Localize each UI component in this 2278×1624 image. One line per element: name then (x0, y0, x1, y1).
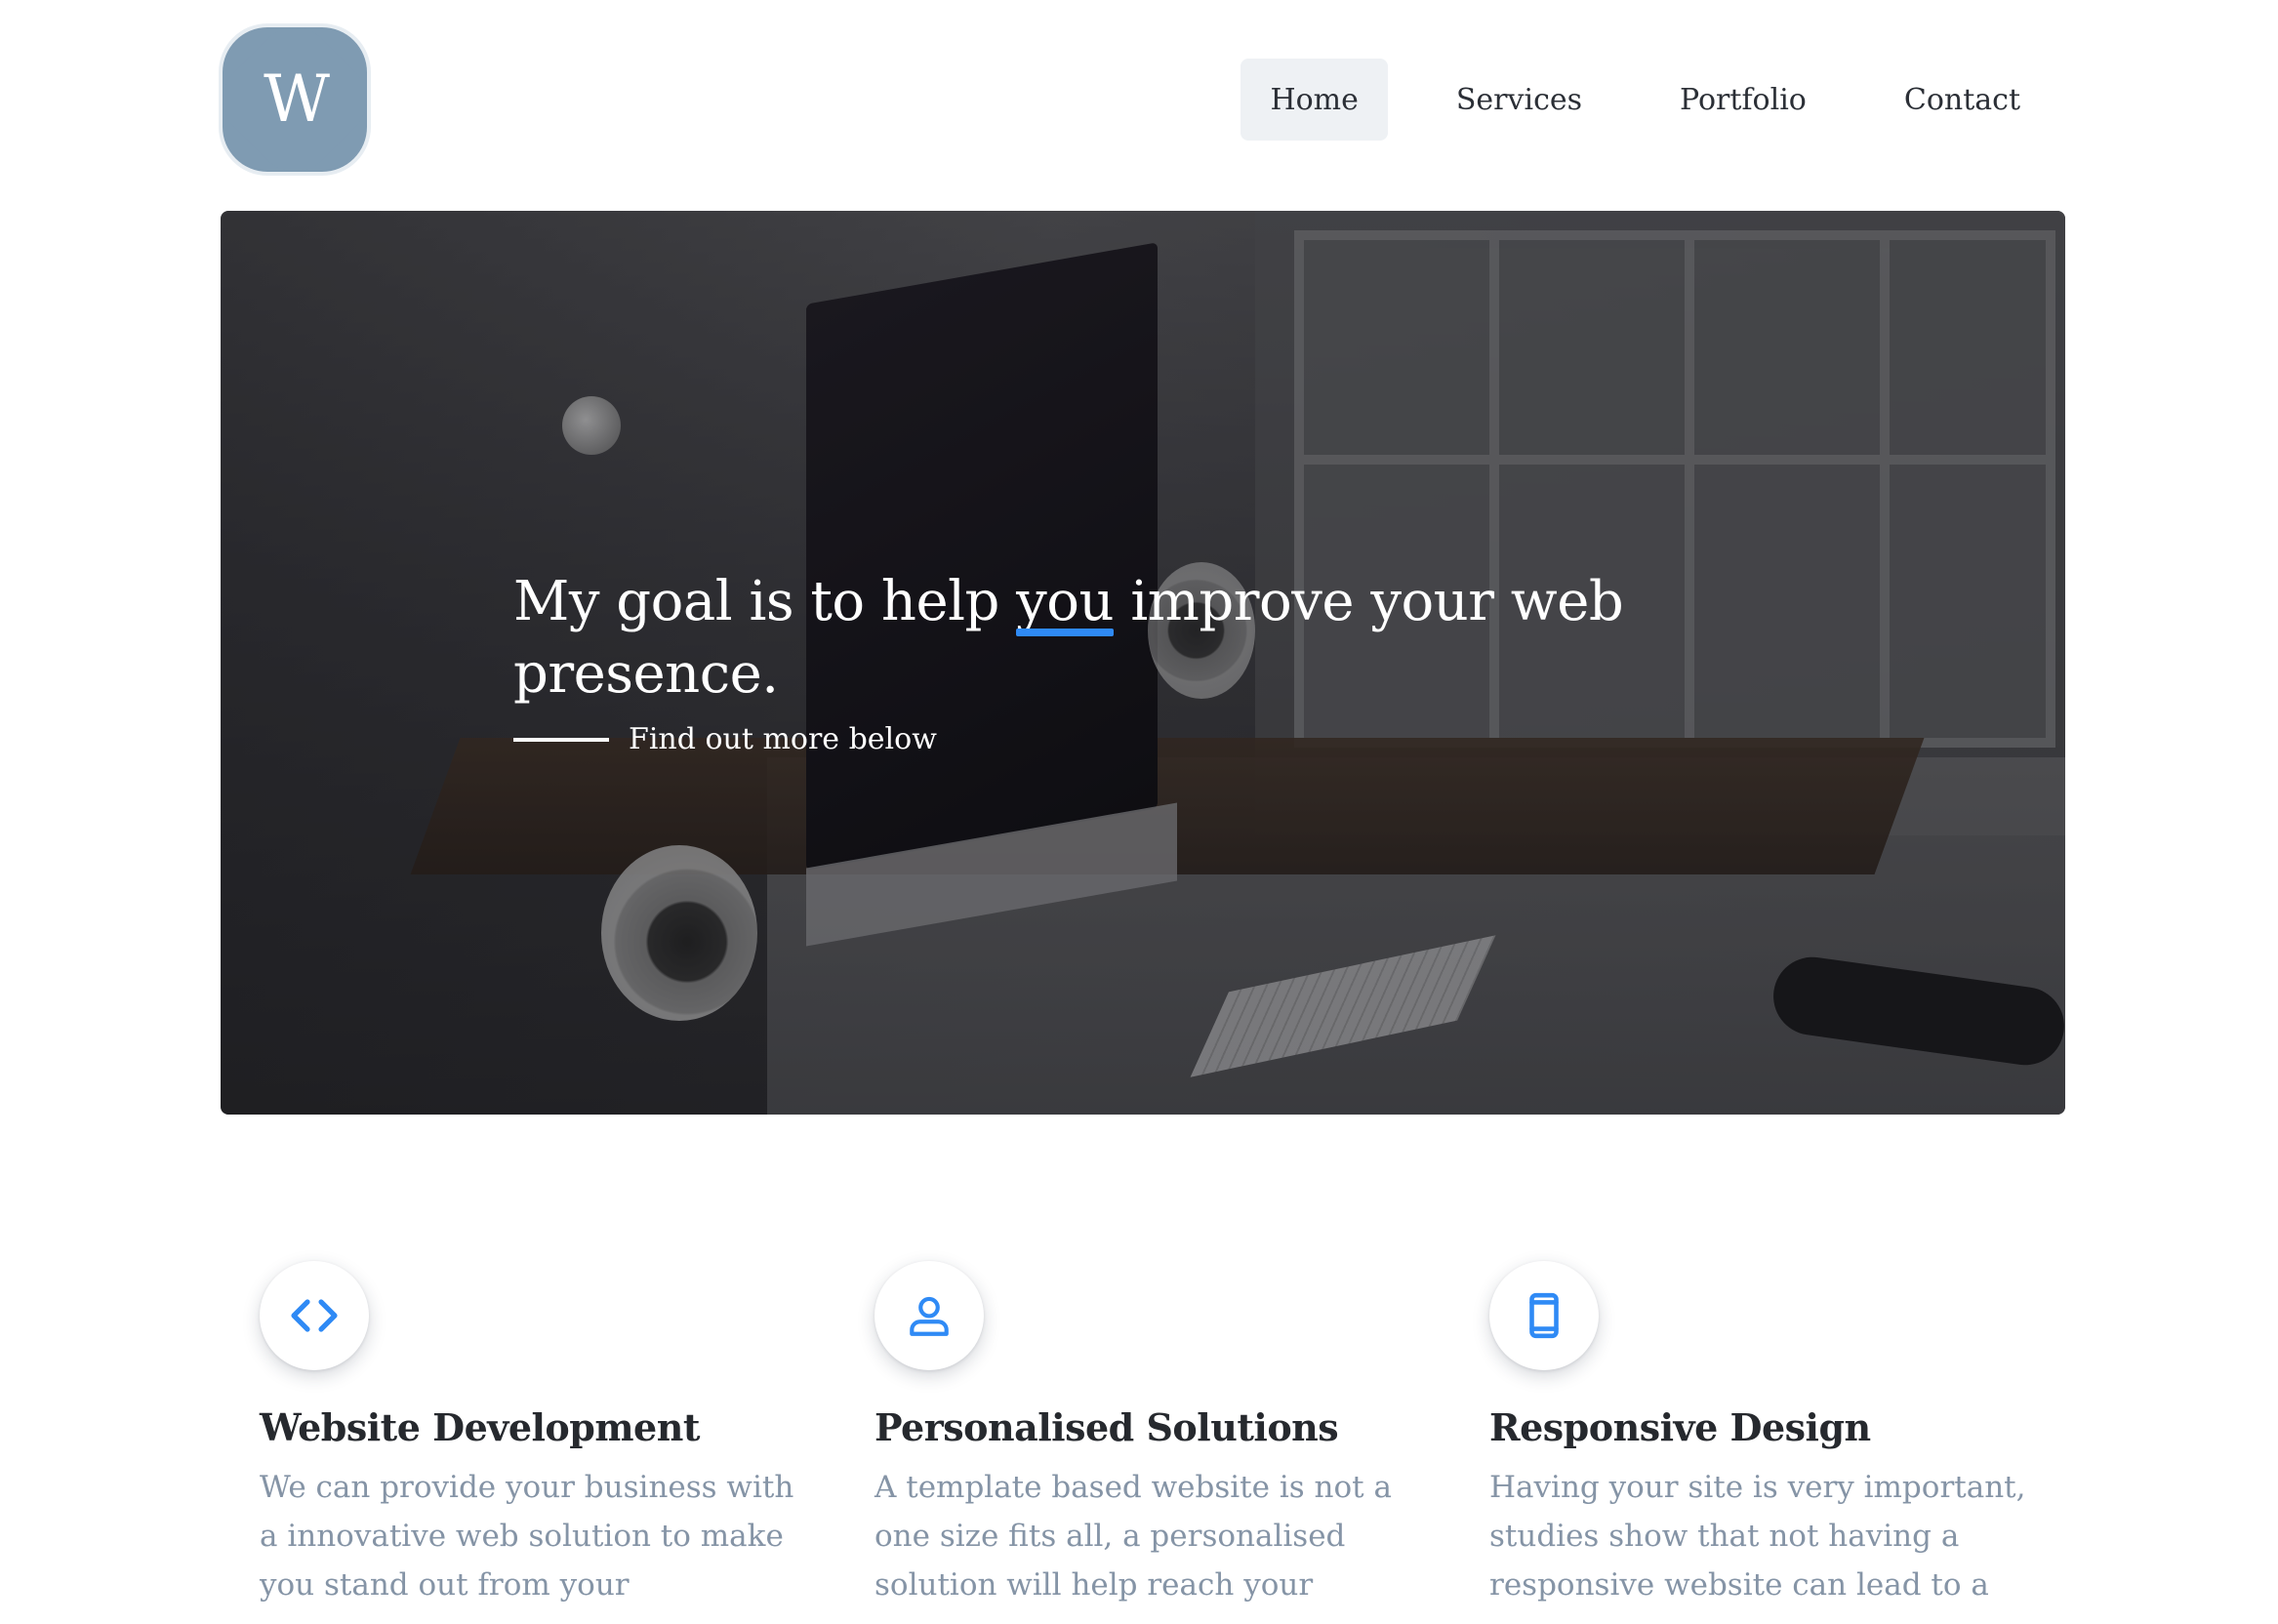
cta-line-decoration (513, 737, 609, 742)
hero-headline: My goal is to help you improve your web … (513, 566, 1636, 710)
code-icon (291, 1299, 338, 1332)
hero-banner: My goal is to help you improve your web … (221, 211, 2065, 1115)
user-icon (910, 1296, 949, 1336)
feature-icon-circle (875, 1261, 984, 1370)
feature-description: Having your site is very important, stud… (1489, 1470, 2026, 1603)
feature-title: Website Development (260, 1405, 700, 1449)
site-logo[interactable]: W (223, 27, 367, 172)
feature-personalised-solutions: Personalised Solutions A template based … (875, 1261, 1421, 1609)
nav-item-contact[interactable]: Contact (1875, 59, 2050, 141)
feature-title: Responsive Design (1489, 1405, 1871, 1449)
find-out-more-link[interactable]: Find out more below (513, 722, 937, 756)
feature-icon-circle (1489, 1261, 1599, 1370)
nav-item-home[interactable]: Home (1241, 59, 1388, 141)
feature-description: A template based website is not a one si… (875, 1470, 1392, 1603)
nav-item-portfolio[interactable]: Portfolio (1650, 59, 1836, 141)
feature-description: We can provide your business with a inno… (260, 1470, 794, 1603)
feature-icon-circle (260, 1261, 369, 1370)
feature-title: Personalised Solutions (875, 1405, 1339, 1449)
main-nav: Home Services Portfolio Contact (1241, 59, 2050, 141)
mobile-icon (1529, 1292, 1559, 1339)
page: W Home Services Portfolio Contact My goa… (0, 0, 2278, 1624)
feature-website-development: Website Development We can provide your … (260, 1261, 806, 1609)
nav-item-services[interactable]: Services (1427, 59, 1611, 141)
logo-letter: W (264, 61, 330, 137)
cta-label: Find out more below (629, 722, 937, 756)
feature-responsive-design: Responsive Design Having your site is ve… (1489, 1261, 2036, 1609)
hero-headline-start: My goal is to help (513, 570, 1017, 633)
hero-headline-highlight: you (1016, 566, 1115, 638)
